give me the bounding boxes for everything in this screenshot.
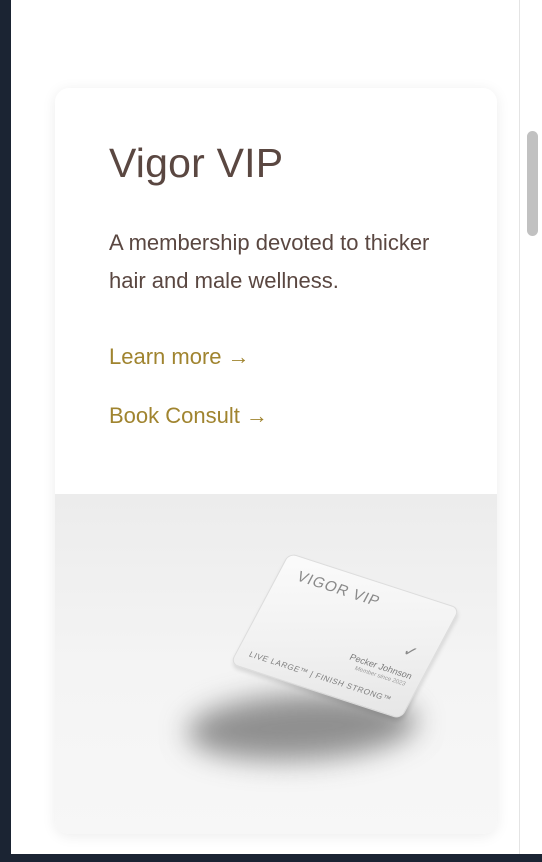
learn-more-label: Learn more: [109, 344, 222, 369]
vip-membership-card-section: Vigor VIP A membership devoted to thicke…: [55, 88, 497, 834]
vip-card-brand: VIGOR VIP: [293, 568, 384, 611]
vip-membership-card: VIGOR VIP ✓ Pecker Johnson Member since …: [229, 552, 461, 720]
learn-more-link[interactable]: Learn more →: [109, 344, 250, 370]
card-title: Vigor VIP: [109, 140, 284, 186]
arrow-right-icon: →: [227, 344, 250, 369]
book-consult-label: Book Consult: [109, 403, 240, 428]
book-consult-link[interactable]: Book Consult →: [109, 403, 268, 429]
checkmark-icon: ✓: [399, 642, 421, 663]
vertical-scrollbar[interactable]: [519, 0, 542, 854]
card-description: A membership devoted to thicker hair and…: [109, 230, 430, 293]
page-viewport: Vigor VIP A membership devoted to thicke…: [11, 0, 519, 854]
scrollbar-thumb[interactable]: [527, 131, 538, 236]
arrow-right-icon: →: [245, 403, 268, 428]
membership-card-image: VIGOR VIP ✓ Pecker Johnson Member since …: [55, 494, 497, 834]
